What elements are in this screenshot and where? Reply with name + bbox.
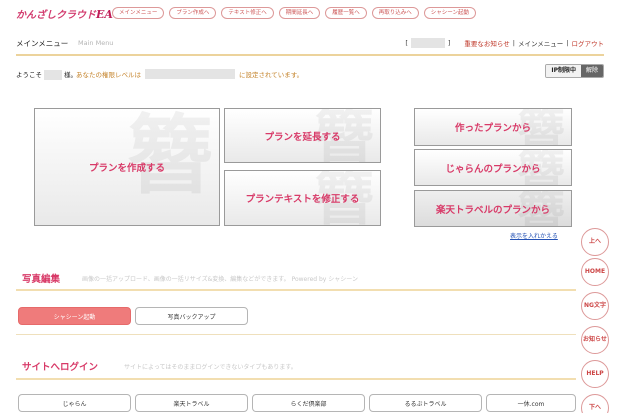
login-jalan-button[interactable]: じゃらん — [18, 394, 131, 412]
redacted-field — [410, 38, 445, 48]
login-section-desc: サイトによってはそのままログインできないタイプもあります。 — [124, 364, 297, 371]
photo-section-header: 写真編集 画像の一括アップロード、画像の一括リサイズ&変換、編集などができます。… — [16, 266, 576, 288]
permission-level: あなたの権限レベルは に設定されています。 — [76, 69, 303, 79]
welcome-prefix: ようこそ — [16, 71, 42, 79]
from-created-plan-label: 作ったプランから — [454, 123, 531, 134]
logout-link[interactable]: ログアウト — [572, 38, 605, 48]
bracket-close: ] — [447, 39, 451, 47]
login-rurubu-button[interactable]: るるぶトラベル — [369, 394, 482, 412]
create-plan-label: プランを作成する — [88, 163, 165, 174]
from-jalan-plan-button[interactable]: 簪 じゃらんのプランから — [414, 149, 572, 186]
scroll-down-button[interactable]: 下へ — [581, 394, 609, 413]
top-navigation: かんざしクラウドEA メインメニュー プラン作成へ テキスト修正へ 期間延長へ … — [0, 0, 620, 28]
header-rule — [16, 54, 604, 56]
from-created-plan-button[interactable]: 簪 作ったプランから — [414, 108, 572, 146]
nav-plan-create[interactable]: プラン作成へ — [169, 7, 217, 19]
home-button[interactable]: HOME — [581, 258, 609, 286]
photo-section-title: 写真編集 — [22, 274, 61, 285]
photo-section-rule — [16, 289, 576, 291]
redacted-level — [145, 69, 235, 79]
logo-text: かんざしクラウド — [16, 10, 96, 21]
nav-text-modify[interactable]: テキスト修正へ — [221, 7, 274, 19]
extend-plan-label: プランを延長する — [264, 131, 341, 143]
nav-history[interactable]: 履歴一覧へ — [325, 7, 367, 19]
login-rakuda-button[interactable]: らくだ倶楽部 — [252, 394, 365, 412]
level-prefix: あなたの権限レベルは — [76, 71, 141, 79]
bracket-open: [ — [405, 39, 408, 47]
main-menu-link[interactable]: メインメニュー — [518, 38, 563, 48]
help-button[interactable]: HELP — [581, 360, 609, 388]
login-section-rule — [16, 378, 576, 380]
login-section-title: サイトへログイン — [22, 362, 99, 373]
from-jalan-plan-label: じゃらんのプランから — [445, 163, 541, 175]
ng-words-button[interactable]: NG文字 — [581, 292, 609, 320]
login-ikyu-button[interactable]: 一休.com — [486, 394, 576, 412]
ip-restriction-toggle[interactable]: IP制限中 解除 — [545, 64, 604, 78]
logo-suffix: EA — [96, 8, 113, 21]
login-rakuten-button[interactable]: 楽天トラベル — [135, 394, 248, 412]
ip-restricted-label: IP制限中 — [546, 65, 581, 77]
modify-plan-text-label: プランテキストを修正する — [245, 194, 360, 205]
nav-shasheen[interactable]: シャシーン起動 — [423, 7, 476, 19]
page-title: メインメニュー — [16, 39, 69, 48]
photo-section-bottom-rule — [16, 334, 576, 335]
level-suffix: に設定されています。 — [239, 71, 304, 79]
nav-pills: メインメニュー プラン作成へ テキスト修正へ 期間延長へ 履歴一覧へ 再取り込み… — [112, 7, 476, 19]
welcome-row: ようこそ 様。 あなたの権限レベルは に設定されています。 IP制限中 解除 — [16, 64, 604, 82]
welcome-user: ようこそ 様。 — [16, 69, 77, 80]
notice-link[interactable]: 重要なお知らせ — [464, 38, 509, 48]
from-rakuten-plan-button[interactable]: 簪 楽天トラベルのプランから — [414, 190, 572, 227]
reorder-link[interactable]: 表示を入れかえる — [510, 231, 558, 240]
header-links: [ ] 重要なお知らせ | メインメニュー | ログアウト — [405, 38, 604, 48]
photo-backup-button[interactable]: 写真バックアップ — [135, 307, 248, 325]
nav-main-menu[interactable]: メインメニュー — [112, 7, 165, 19]
page-subtitle: Main Menu — [78, 39, 114, 47]
scroll-up-button[interactable]: 上へ — [581, 228, 609, 256]
shasheen-launch-button[interactable]: シャシーン起動 — [18, 307, 131, 325]
nav-extend[interactable]: 期間延長へ — [278, 7, 321, 19]
separator: | — [512, 39, 515, 47]
nav-reimport[interactable]: 再取り込みへ — [371, 7, 419, 19]
menu-header: メインメニュー Main Menu [ ] 重要なお知らせ | メインメニュー … — [16, 34, 604, 54]
extend-plan-button[interactable]: 簪 プランを延長する — [224, 108, 381, 163]
photo-section-desc: 画像の一括アップロード、画像の一括リサイズ&変換、編集などができます。 Powe… — [82, 276, 358, 283]
app-logo[interactable]: かんざしクラウドEA — [16, 6, 113, 21]
modify-plan-text-button[interactable]: 簪 プランテキストを修正する — [224, 170, 381, 226]
from-rakuten-plan-label: 楽天トラベルのプランから — [435, 204, 550, 216]
create-plan-button[interactable]: 簪 プランを作成する — [34, 108, 220, 226]
ip-release-button[interactable]: 解除 — [580, 65, 603, 77]
login-section-header: サイトへログイン サイトによってはそのままログインできないタイプもあります。 — [16, 354, 576, 376]
redacted-username — [44, 70, 62, 80]
watermark-kanji: 簪 — [127, 108, 213, 206]
separator: | — [566, 39, 569, 47]
notices-button[interactable]: お知らせ — [581, 326, 609, 354]
